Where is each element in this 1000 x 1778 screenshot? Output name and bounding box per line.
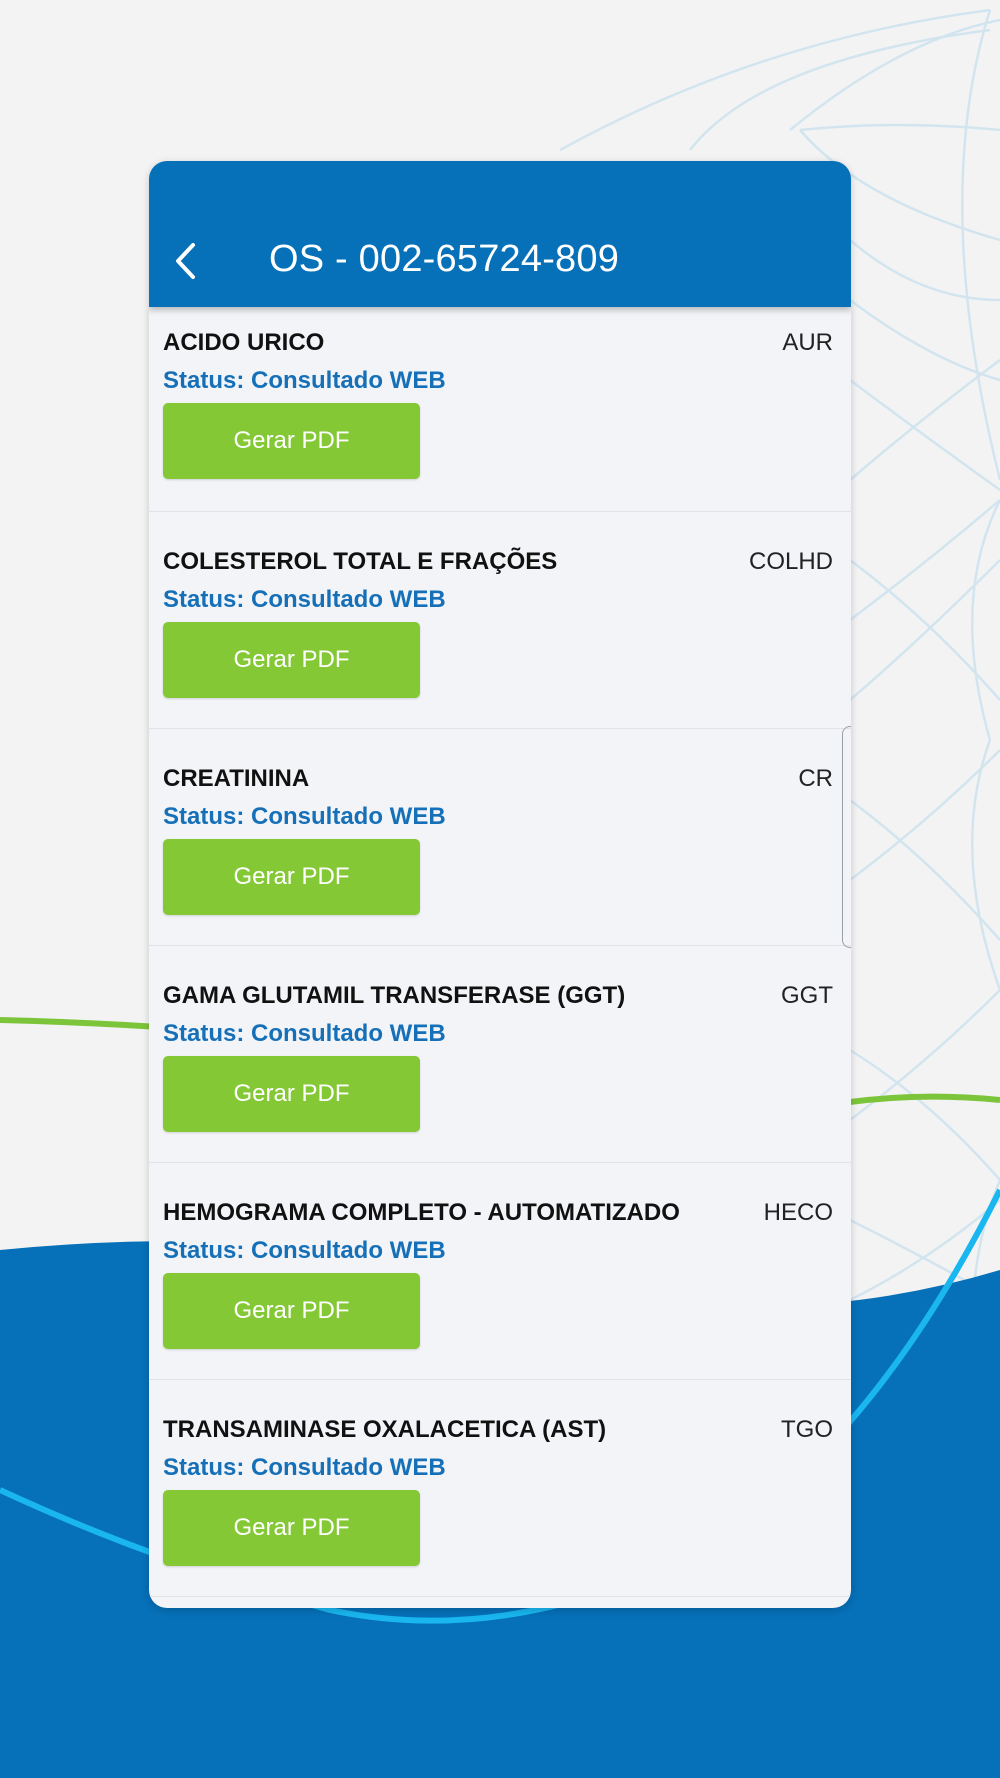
exam-list: ACIDO URICO AUR Status: Consultado WEB G… (149, 307, 851, 1597)
generate-pdf-button[interactable]: Gerar PDF (163, 839, 420, 915)
list-item: COLESTEROL TOTAL E FRAÇÕES COLHD Status:… (149, 512, 851, 729)
list-item: TRANSAMINASE OXALACETICA (AST) TGO Statu… (149, 1380, 851, 1597)
exam-name: HEMOGRAMA COMPLETO - AUTOMATIZADO (163, 1199, 680, 1226)
list-item: ACIDO URICO AUR Status: Consultado WEB G… (149, 307, 851, 512)
generate-pdf-button[interactable]: Gerar PDF (163, 1490, 420, 1566)
exam-code: CR (798, 765, 833, 792)
exam-name: ACIDO URICO (163, 329, 325, 356)
chevron-left-icon (176, 243, 195, 279)
exam-status: Status: Consultado WEB (163, 1237, 446, 1264)
exam-name: TRANSAMINASE OXALACETICA (AST) (163, 1416, 607, 1443)
generate-pdf-button[interactable]: Gerar PDF (163, 1056, 420, 1132)
scrollbar[interactable] (842, 726, 851, 948)
exam-name: COLESTEROL TOTAL E FRAÇÕES (163, 548, 558, 575)
back-button[interactable] (167, 239, 203, 283)
exam-list-card: OS - 002-65724-809 ACIDO URICO AUR Statu… (149, 161, 851, 1608)
exam-status: Status: Consultado WEB (163, 1020, 446, 1047)
app-header: OS - 002-65724-809 (149, 161, 851, 307)
exam-status: Status: Consultado WEB (163, 367, 446, 394)
exam-status: Status: Consultado WEB (163, 1454, 446, 1481)
list-item: GAMA GLUTAMIL TRANSFERASE (GGT) GGT Stat… (149, 946, 851, 1163)
exam-name: GAMA GLUTAMIL TRANSFERASE (GGT) (163, 982, 626, 1009)
generate-pdf-button[interactable]: Gerar PDF (163, 622, 420, 698)
exam-status: Status: Consultado WEB (163, 803, 446, 830)
list-item: CREATININA CR Status: Consultado WEB Ger… (149, 729, 851, 946)
exam-code: GGT (781, 982, 833, 1009)
generate-pdf-button[interactable]: Gerar PDF (163, 403, 420, 479)
exam-code: HECO (763, 1199, 833, 1226)
exam-code: COLHD (748, 548, 833, 575)
exam-status: Status: Consultado WEB (163, 586, 446, 613)
list-item: HEMOGRAMA COMPLETO - AUTOMATIZADO HECO S… (149, 1163, 851, 1380)
exam-code: AUR (782, 329, 833, 356)
page-title: OS - 002-65724-809 (269, 238, 620, 280)
exam-name: CREATININA (163, 765, 310, 792)
generate-pdf-button[interactable]: Gerar PDF (163, 1273, 420, 1349)
exam-code: TGO (781, 1416, 833, 1443)
